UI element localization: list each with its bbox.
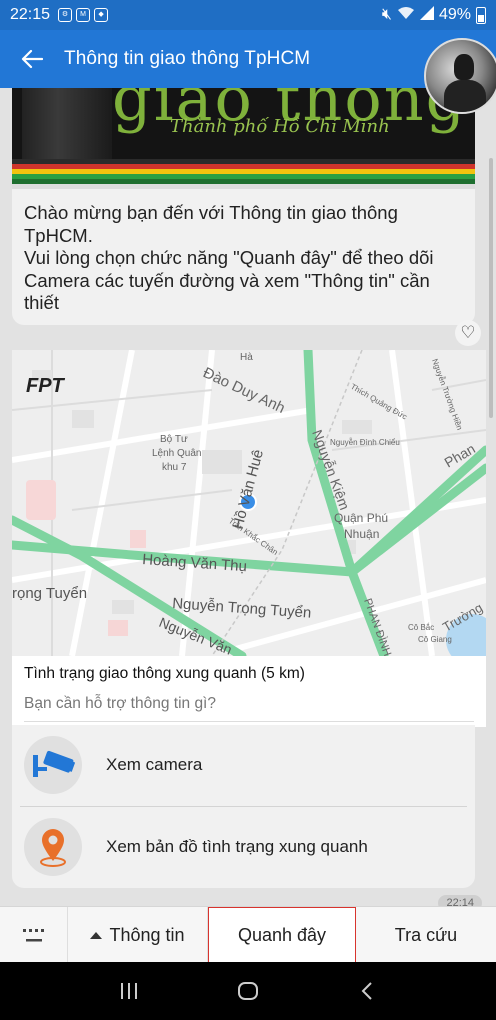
welcome-bubble: giao thông Thành phố Hồ Chí Minh Chào mừ… [12,88,475,325]
recent-apps-button[interactable] [99,971,159,1011]
traffic-map[interactable]: FPT Đào Duy Anh Bộ Tư Lệnh Quân khu 7 Ho… [12,350,486,666]
nearby-menu-button[interactable]: Quanh đây [208,907,356,963]
message-timestamp: 22:14 [438,895,482,906]
welcome-text: Chào mừng bạn đến với Thông tin giao thô… [24,202,434,313]
view-camera-option[interactable]: Xem camera [12,725,475,805]
traffic-map-card[interactable]: FPT Đào Duy Anh Bộ Tư Lệnh Quân khu 7 Ho… [12,350,486,727]
system-nav-bar [0,962,496,1020]
page-title: Thông tin giao thông TpHCM [64,48,311,69]
view-camera-label: Xem camera [106,755,203,774]
map-label: Quận Phú [334,511,388,525]
bot-avatar[interactable] [424,38,496,114]
map-label: khu 7 [162,462,187,473]
info-menu-button[interactable]: Thông tin [68,907,208,963]
map-pin-icon [24,818,82,876]
battery-icon [476,6,486,24]
banner-subtitle: Thành phố Hồ Chí Minh [170,116,390,137]
map-label: Lệnh Quân [152,448,202,459]
map-label: rọng Tuyển [12,585,87,602]
quick-options: Xem camera Xem bản đồ tình trạng xung qu… [12,725,475,888]
banner-stripes [12,159,475,189]
battery-percent: 49% [438,6,471,23]
card-title: Tình trạng giao thông xung quanh (5 km) [24,665,305,682]
view-area-map-option[interactable]: Xem bản đồ tình trạng xung quanh [12,807,475,887]
map-label: Cô Giang [418,635,452,644]
back-button[interactable] [0,30,64,88]
scrollbar[interactable] [489,158,493,418]
map-label: Nguyễn Đình Chiểu [330,438,400,447]
notification-icon: ⚙ [58,8,73,22]
home-button[interactable] [218,971,278,1011]
nearby-menu-label: Quanh đây [237,924,327,945]
bottom-menu: Thông tin Quanh đây Tra cứu [0,906,496,963]
keyboard-toggle-button[interactable] [0,907,68,963]
map-label: Bộ Tư [160,434,188,445]
app-bar: Thông tin giao thông TpHCM [0,30,496,114]
keyboard-icon [22,929,44,942]
home-icon [237,982,258,1000]
chat-area[interactable]: giao thông Thành phố Hồ Chí Minh Chào mừ… [0,88,496,906]
help-input[interactable]: Bạn cần hỗ trợ thông tin gì? [24,695,216,713]
shield-notification-icon: ◆ [94,8,109,22]
notification-icon: M [76,8,91,22]
wifi-icon [397,6,415,25]
lookup-menu-button[interactable]: Tra cứu [356,907,496,963]
recent-apps-icon [121,983,138,999]
mute-icon: 🔇︎ [381,6,392,23]
back-nav-button[interactable] [337,971,397,1011]
map-label: Cô Bắc [408,623,434,632]
map-label: Hà [240,352,253,363]
banner-people-image [22,88,112,160]
signal-icon [419,5,434,25]
view-area-map-label: Xem bản đồ tình trạng xung quanh [106,837,368,856]
map-label: Nhuận [344,527,379,541]
chevron-left-icon [361,982,372,1000]
caret-up-icon [90,931,103,939]
divider [24,721,474,722]
lookup-menu-label: Tra cứu [394,924,458,945]
fpt-logo: FPT [26,375,66,397]
cctv-camera-icon [24,736,82,794]
heart-icon[interactable]: ♡ [455,320,481,346]
info-menu-label: Thông tin [109,924,185,945]
status-time: 22:15 [10,6,51,23]
status-bar: 22:15 ⚙ M ◆ 🔇︎ 49% [0,0,496,30]
arrow-left-icon [21,49,43,69]
banner-image: giao thông Thành phố Hồ Chí Minh [12,88,475,189]
